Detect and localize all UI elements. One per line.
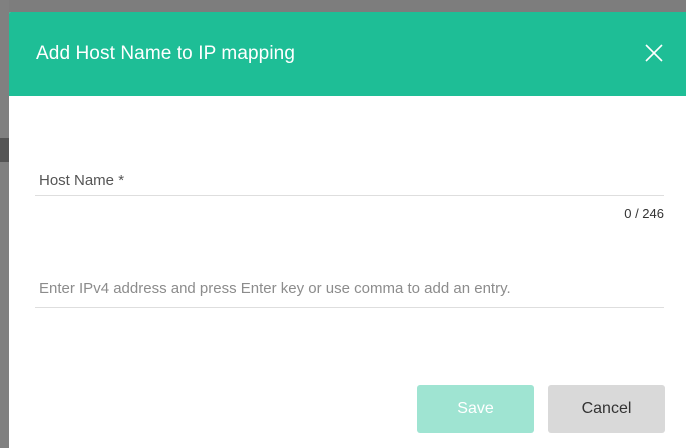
dialog-title: Add Host Name to IP mapping (36, 43, 295, 64)
save-button[interactable]: Save (417, 385, 534, 433)
ip-address-placeholder: Enter IPv4 address and press Enter key o… (39, 280, 511, 297)
host-name-label: Host Name * (39, 172, 125, 189)
backdrop-overlay (0, 0, 686, 12)
close-icon (645, 44, 663, 62)
host-name-underline (35, 195, 664, 196)
cancel-button-label: Cancel (581, 400, 632, 417)
ip-address-field[interactable]: Enter IPv4 address and press Enter key o… (35, 276, 664, 308)
host-name-field[interactable]: Host Name * (35, 172, 664, 196)
host-name-char-counter: 0 / 246 (624, 206, 664, 221)
backdrop-overlay-left (0, 0, 9, 448)
cancel-button[interactable]: Cancel (548, 385, 665, 433)
save-button-label: Save (457, 400, 494, 417)
ip-address-underline (35, 307, 664, 308)
background-page-edge (0, 138, 9, 162)
close-button[interactable] (643, 42, 665, 64)
dialog-header: Add Host Name to IP mapping (9, 12, 686, 96)
add-host-mapping-dialog: Add Host Name to IP mapping Host Name * … (9, 12, 686, 448)
